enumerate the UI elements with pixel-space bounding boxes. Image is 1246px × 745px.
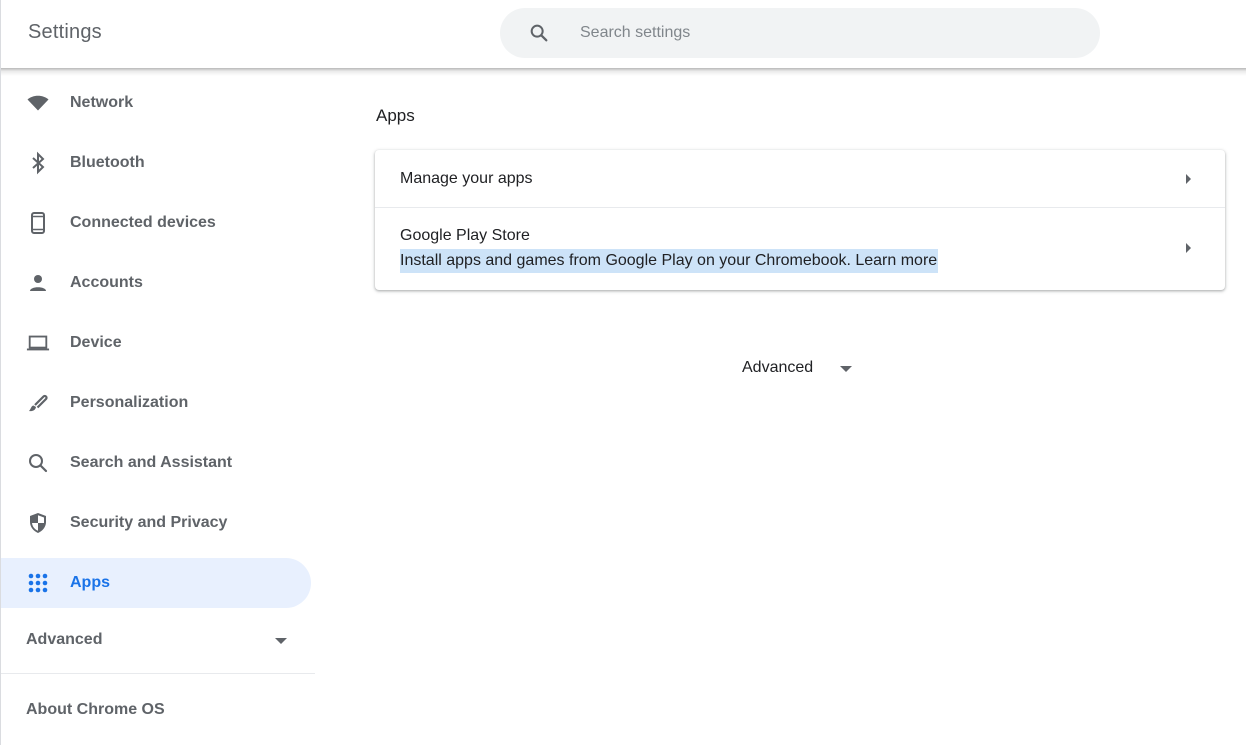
sidebar-item-device[interactable]: Device [1,318,311,368]
row-title: Manage your apps [400,170,533,187]
google-play-store-row[interactable]: Google Play Store Install apps and games… [375,209,1225,290]
sidebar-item-label: Connected devices [70,214,216,231]
app-title: Settings [28,21,102,43]
sidebar-about-label: About Chrome OS [26,701,165,718]
advanced-label: Advanced [742,359,814,376]
sidebar-item-label: Apps [70,574,110,591]
sidebar-item-label: Network [70,94,134,111]
sidebar-item-connected-devices[interactable]: Connected devices [1,198,311,248]
bluetooth-icon [26,151,50,175]
search-icon [26,451,50,475]
sidebar-item-label: Personalization [70,394,189,411]
header: Settings [1,0,1246,68]
chevron-down-icon [275,638,287,644]
sidebar-item-apps[interactable]: Apps [1,558,311,608]
settings-window: Settings Network Bluetooth [0,0,1246,745]
wifi-icon [26,91,50,115]
sidebar-advanced-label: Advanced [26,631,103,648]
shield-icon [26,511,50,535]
search-input[interactable] [580,8,1080,58]
sidebar: Network Bluetooth Connected devices Acco… [1,73,315,745]
chevron-down-icon [840,366,852,372]
laptop-icon [26,331,50,355]
phone-icon [26,211,50,235]
sidebar-divider [1,673,315,674]
sidebar-item-security-and-privacy[interactable]: Security and Privacy [1,498,311,548]
manage-your-apps-row[interactable]: Manage your apps [375,150,1225,208]
sidebar-item-network[interactable]: Network [1,78,311,128]
sidebar-item-personalization[interactable]: Personalization [1,378,311,428]
sidebar-item-search-and-assistant[interactable]: Search and Assistant [1,438,311,488]
sidebar-item-label: Search and Assistant [70,454,233,471]
arrow-right-icon [1186,243,1191,253]
row-title: Google Play Store [400,227,530,244]
header-shadow [1,68,1246,76]
search-box[interactable] [500,8,1100,58]
sidebar-item-accounts[interactable]: Accounts [1,258,311,308]
sidebar-advanced-toggle[interactable]: Advanced [1,620,311,660]
sidebar-item-label: Accounts [70,274,143,291]
sidebar-item-about-chrome-os[interactable]: About Chrome OS [1,690,311,730]
section-title: Apps [376,106,415,125]
row-subtitle: Install apps and games from Google Play … [400,249,939,273]
brush-icon [26,391,50,415]
sidebar-item-label: Device [70,334,122,351]
person-icon [26,271,50,295]
advanced-toggle[interactable]: Advanced [729,354,869,384]
sidebar-item-label: Bluetooth [70,154,145,171]
sidebar-item-label: Security and Privacy [70,514,228,531]
arrow-right-icon [1186,174,1191,184]
apps-card: Manage your apps Google Play Store Insta… [375,150,1225,290]
search-icon[interactable] [528,22,550,44]
sidebar-item-bluetooth[interactable]: Bluetooth [1,138,311,188]
apps-grid-icon [26,571,50,595]
